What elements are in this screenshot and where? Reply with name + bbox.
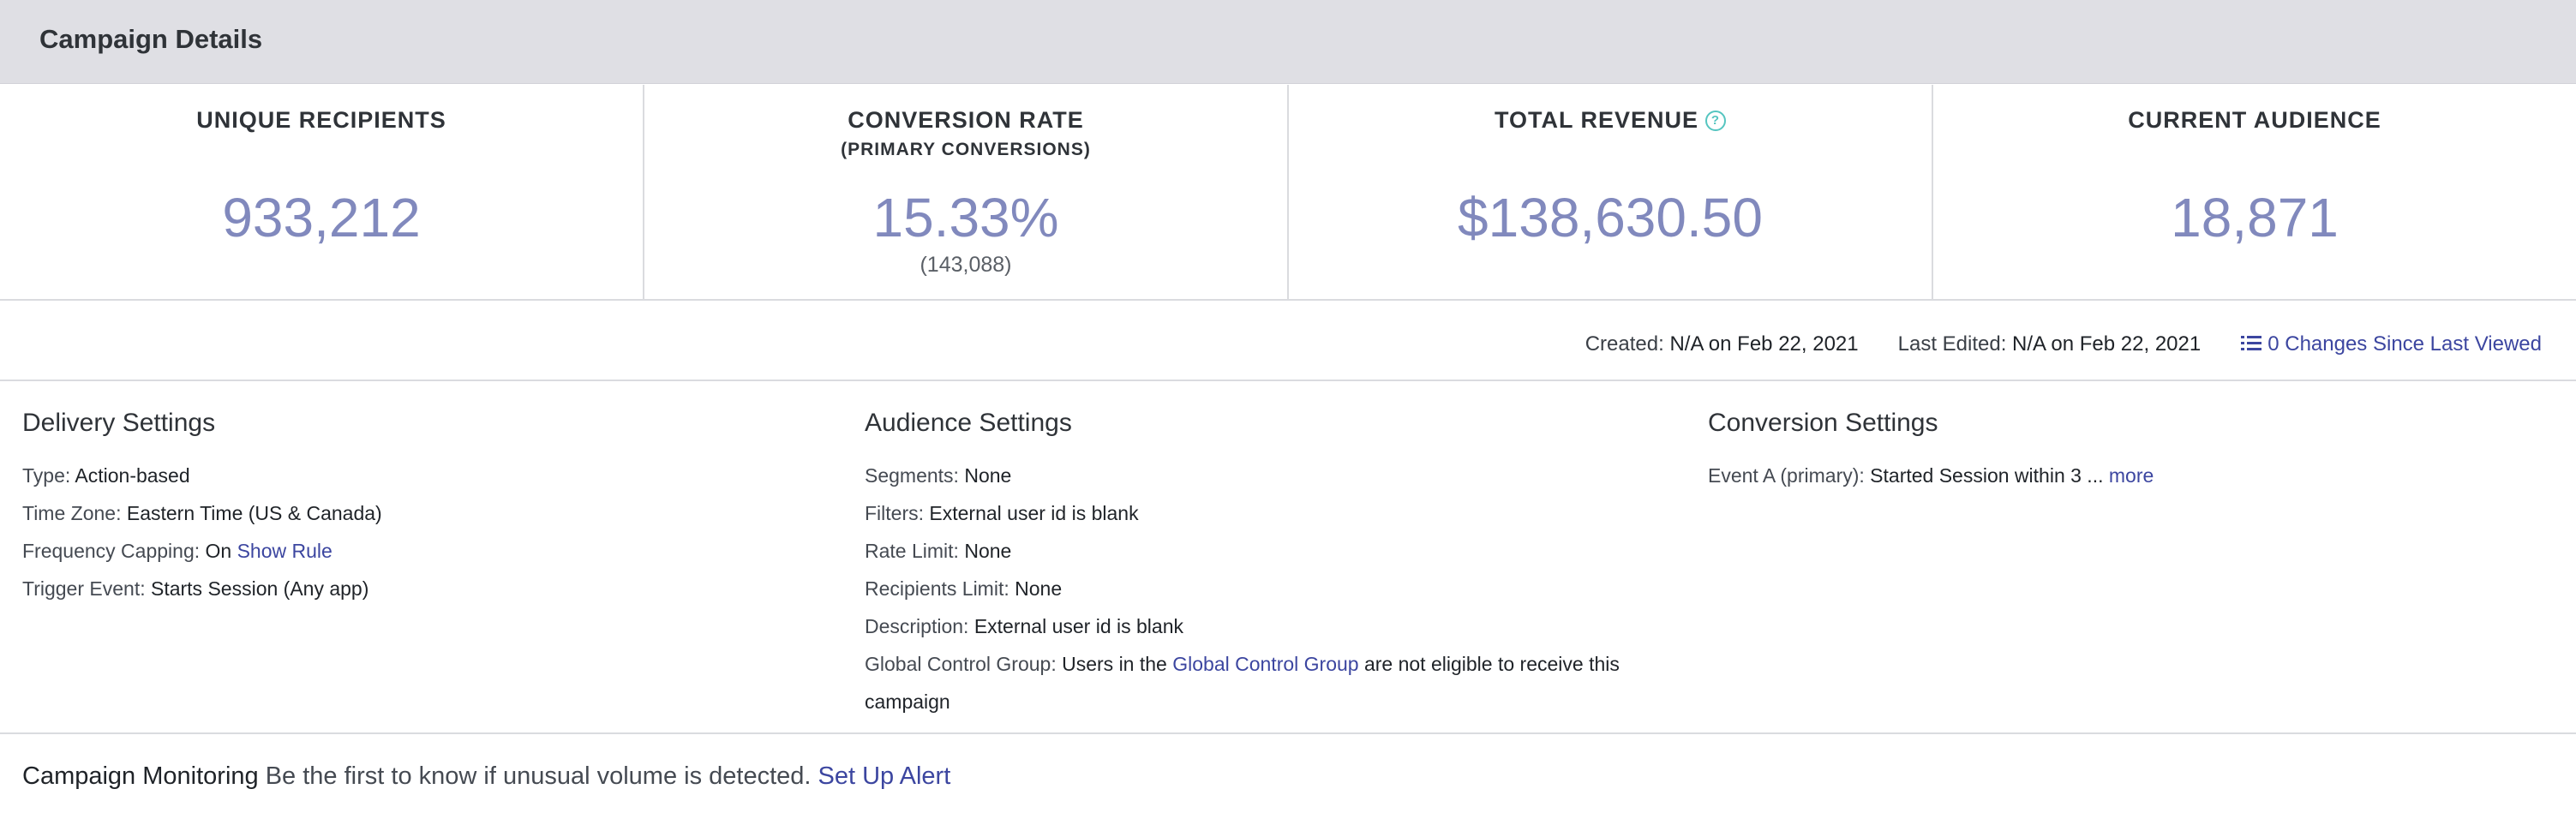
delivery-timezone: Time Zone: Eastern Time (US & Canada) (22, 494, 828, 532)
conversion-settings: Conversion Settings Event A (primary): S… (1708, 409, 2531, 494)
field-value: External user id is blank (973, 615, 1184, 637)
field-value: On (205, 540, 232, 562)
changes-link[interactable]: 0 Changes Since Last Viewed (2240, 332, 2542, 356)
field-value: None (1015, 577, 1063, 600)
stat-unique-recipients: UNIQUE RECIPIENTS 933,212 (0, 85, 644, 299)
stat-value: 15.33% (872, 187, 1059, 248)
more-link[interactable]: more (2109, 464, 2154, 487)
field-value: None (964, 464, 1012, 487)
set-up-alert-link[interactable]: Set Up Alert (818, 762, 951, 790)
audience-settings-title: Audience Settings (865, 409, 1072, 437)
stat-value: 18,871 (2171, 187, 2339, 248)
edited-value: N/A on Feb 22, 2021 (2012, 332, 2202, 356)
field-label: Segments: (865, 464, 959, 487)
stat-subvalue: (143,088) (920, 253, 1012, 277)
stat-value: 933,212 (222, 187, 421, 248)
stats-bar: UNIQUE RECIPIENTS 933,212 CONVERSION RAT… (0, 85, 2576, 301)
stat-conversion-rate: CONVERSION RATE (PRIMARY CONVERSIONS) 15… (644, 85, 1289, 299)
stat-value: $138,630.50 (1458, 187, 1763, 248)
page-title: Campaign Details (39, 24, 263, 54)
stat-label: CURRENT AUDIENCE (2128, 107, 2381, 133)
audience-filters: Filters: External user id is blank (865, 494, 1687, 532)
delivery-settings-title: Delivery Settings (22, 409, 216, 437)
created-value: N/A on Feb 22, 2021 (1669, 332, 1859, 356)
field-value: Started Session within 3 ... (1870, 464, 2104, 487)
delivery-settings: Delivery Settings Type: Action-based Tim… (22, 409, 828, 607)
audience-recipients-limit: Recipients Limit: None (865, 570, 1687, 607)
changes-link-label: 0 Changes Since Last Viewed (2267, 332, 2542, 356)
field-value: Action-based (75, 464, 190, 487)
audience-description: Description: External user id is blank (865, 607, 1687, 645)
field-label: Recipients Limit: (865, 577, 1009, 600)
delivery-frequency-capping: Frequency Capping: On Show Rule (22, 532, 828, 570)
audience-rate-limit: Rate Limit: None (865, 532, 1687, 570)
field-value: External user id is blank (929, 502, 1139, 524)
field-label: Description: (865, 615, 969, 637)
show-rule-link[interactable]: Show Rule (237, 540, 332, 562)
conversion-settings-title: Conversion Settings (1708, 409, 1938, 437)
conversion-event-a: Event A (primary): Started Session withi… (1708, 457, 2531, 494)
stat-label-wrap: TOTAL REVENUE? (1289, 107, 1932, 134)
field-value: Eastern Time (US & Canada) (126, 502, 382, 524)
stat-label: TOTAL REVENUE (1494, 107, 1699, 133)
stat-total-revenue: TOTAL REVENUE? $138,630.50 (1289, 85, 1933, 299)
stat-sublabel: (PRIMARY CONVERSIONS) (841, 140, 1091, 159)
stat-label: CONVERSION RATE (848, 107, 1084, 133)
settings-section: Delivery Settings Type: Action-based Tim… (0, 383, 2576, 734)
meta-bar: Created: N/A on Feb 22, 2021 Last Edited… (0, 301, 2576, 381)
global-control-group-link[interactable]: Global Control Group (1172, 653, 1358, 675)
meta-row: Created: N/A on Feb 22, 2021 Last Edited… (1585, 332, 2542, 356)
field-label: Event A (primary): (1708, 464, 1865, 487)
field-label: Frequency Capping: (22, 540, 201, 562)
audience-segments: Segments: None (865, 457, 1687, 494)
monitoring-text: Be the first to know if unusual volume i… (265, 762, 812, 790)
edited-label: Last Edited: (1897, 332, 2007, 356)
field-value: Starts Session (Any app) (150, 577, 369, 600)
stat-current-audience: CURRENT AUDIENCE 18,871 (1933, 85, 2576, 299)
field-value: None (964, 540, 1012, 562)
campaign-monitoring: Campaign Monitoring Be the first to know… (22, 762, 950, 791)
field-label: Global Control Group: (865, 653, 1057, 675)
delivery-type: Type: Action-based (22, 457, 828, 494)
field-label: Type: (22, 464, 71, 487)
field-label: Trigger Event: (22, 577, 146, 600)
list-icon (2241, 336, 2262, 350)
page-header: Campaign Details (0, 0, 2576, 84)
field-label: Filters: (865, 502, 924, 524)
field-value: Users in the (1062, 653, 1167, 675)
question-icon[interactable]: ? (1705, 111, 1727, 131)
field-label: Time Zone: (22, 502, 122, 524)
created-label: Created: (1585, 332, 1664, 356)
audience-global-control-group: Global Control Group: Users in the Globa… (865, 645, 1687, 720)
field-label: Rate Limit: (865, 540, 959, 562)
delivery-trigger-event: Trigger Event: Starts Session (Any app) (22, 570, 828, 607)
monitoring-title: Campaign Monitoring (22, 762, 259, 790)
stat-label: UNIQUE RECIPIENTS (196, 107, 446, 133)
audience-settings: Audience Settings Segments: None Filters… (865, 409, 1687, 720)
